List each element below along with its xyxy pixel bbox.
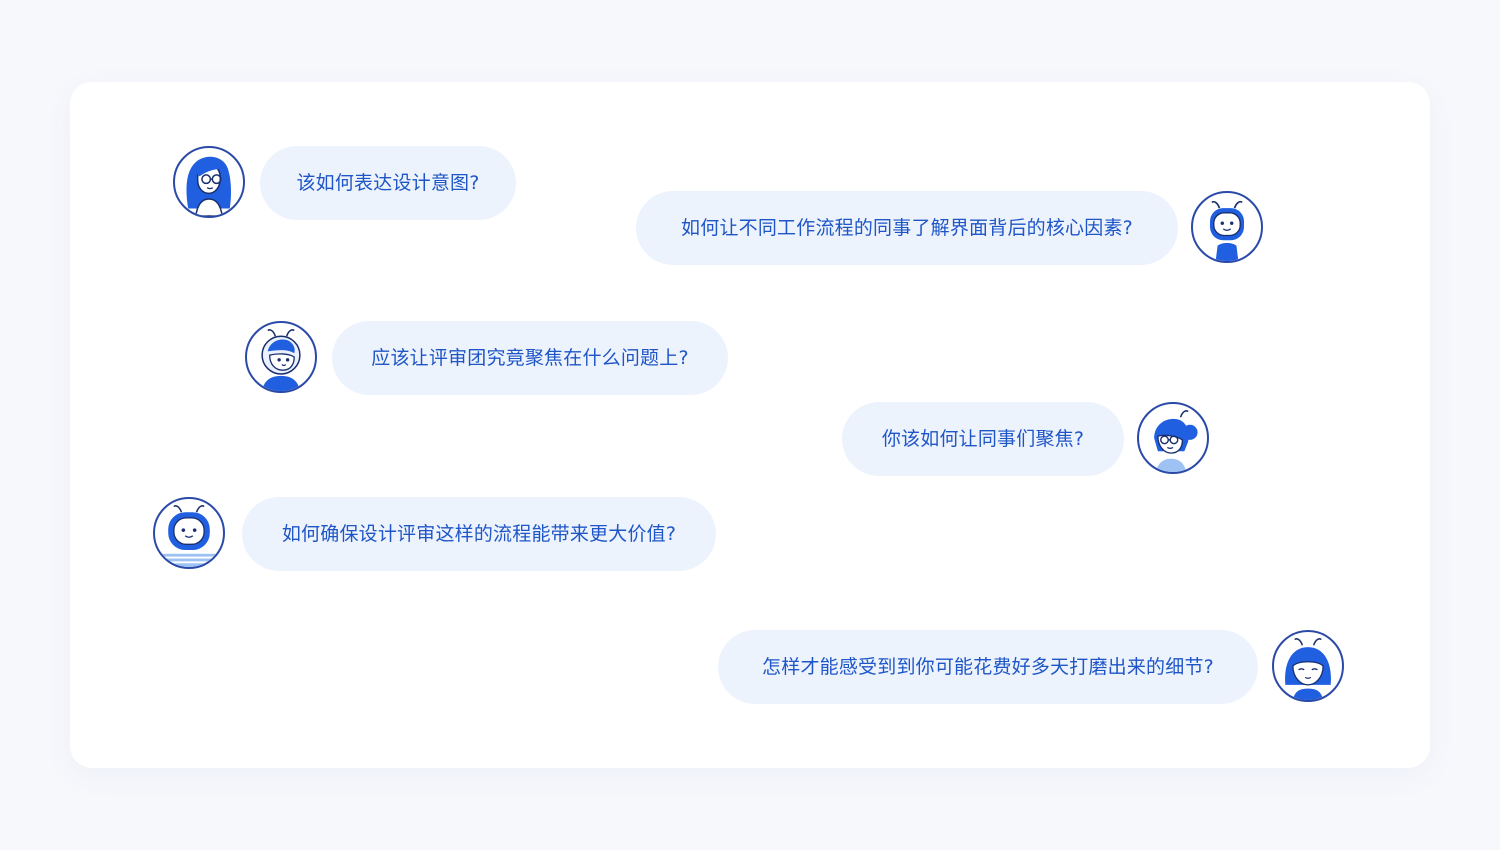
message-bubble: 怎样才能感受到到你可能花费好多天打磨出来的细节? xyxy=(718,630,1258,704)
message-bubble: 如何确保设计评审这样的流程能带来更大价值? xyxy=(242,497,716,571)
message-bubble: 你该如何让同事们聚焦? xyxy=(842,402,1124,476)
girl-antenna-avatar xyxy=(1272,630,1344,702)
conversation-card: 该如何表达设计意图? 如何让不同工作流程的同事了解界面背后的核心因素? 应该让评… xyxy=(70,82,1430,768)
robot-blue-avatar xyxy=(153,497,225,569)
message-bubble: 如何让不同工作流程的同事了解界面背后的核心因素? xyxy=(636,191,1178,265)
message-bubble: 该如何表达设计意图? xyxy=(260,146,516,220)
message-bubble: 应该让评审团究竟聚焦在什么问题上? xyxy=(332,321,728,395)
girl-bun-glasses-avatar xyxy=(1137,402,1209,474)
astronaut-boy-avatar xyxy=(245,321,317,393)
girl-glasses-avatar xyxy=(173,146,245,218)
robot-antenna-avatar xyxy=(1191,191,1263,263)
